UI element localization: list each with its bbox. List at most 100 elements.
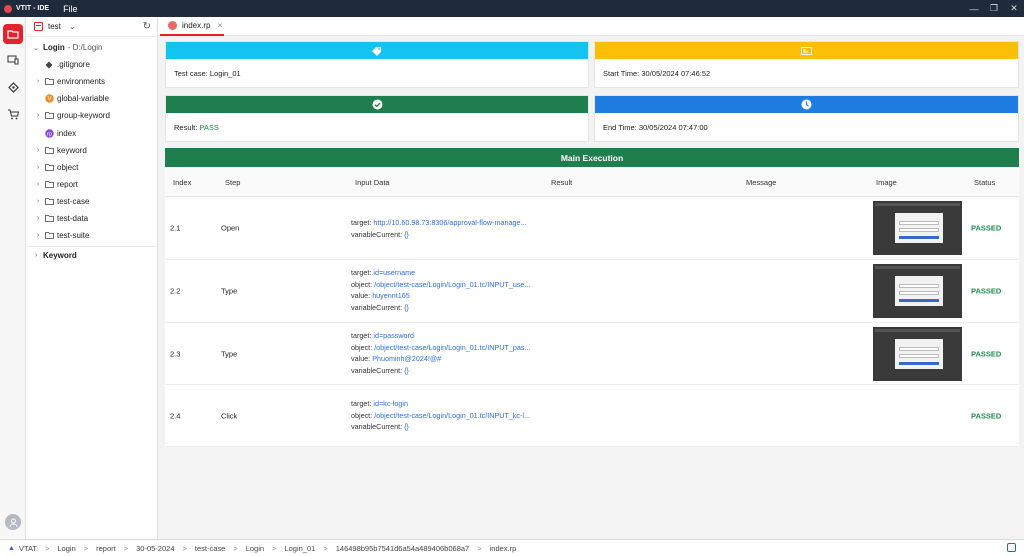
result-card-body: Result: PASS <box>174 122 219 132</box>
result-card-header <box>166 96 588 113</box>
col-input-data: Input Data <box>355 177 390 187</box>
screenshot-thumbnail[interactable] <box>873 326 962 381</box>
status-badge: PASSED <box>971 223 1002 233</box>
restore-icon[interactable]: ❐ <box>984 0 1004 17</box>
chevron-right-icon: › <box>36 163 40 171</box>
tree-item-environments[interactable]: › environments <box>26 73 157 90</box>
folder-icon <box>44 145 54 155</box>
screenshot-thumbnail[interactable] <box>873 264 962 318</box>
col-status: Status <box>974 177 996 187</box>
breadcrumb-item[interactable]: report <box>96 544 116 553</box>
tree-item-global-variable[interactable]: V global-variable <box>26 90 157 107</box>
screenshot-thumbnail[interactable] <box>873 201 962 255</box>
chevron-right-icon: › <box>36 214 40 222</box>
user-avatar[interactable] <box>5 514 21 530</box>
tree-item-test-data[interactable]: › test-data <box>26 210 157 227</box>
tree-item-index[interactable]: rp index <box>26 124 157 141</box>
breadcrumb-separator: > <box>83 543 89 553</box>
chevron-down-icon: ⌄ <box>68 22 76 31</box>
row-input-data: target: id=kc-login object: /object/test… <box>351 399 530 432</box>
breadcrumb-item[interactable]: 30-05-2024 <box>136 544 174 553</box>
keyword-section[interactable]: › Keyword <box>26 246 157 263</box>
table-row: 2.4 Click target: id=kc-login object: /o… <box>165 385 1019 447</box>
chevron-right-icon: › <box>36 197 40 205</box>
breadcrumb-item[interactable]: 146498b95b7541d6a54a489406b068a7 <box>336 544 469 553</box>
explorer-button[interactable] <box>3 24 23 44</box>
tag-icon <box>372 46 381 56</box>
row-index: 2.2 <box>170 286 181 296</box>
tab-index-rp[interactable]: index.rp × <box>160 17 224 36</box>
end-time-card-header <box>595 96 1018 113</box>
breadcrumb-item[interactable]: Login <box>57 544 75 553</box>
breadcrumb-item[interactable]: index.rp <box>490 544 517 553</box>
check-circle-icon <box>372 99 382 110</box>
folder-icon <box>44 179 54 189</box>
report-view: Test case: Login_01 Start Time: 30/05/20… <box>158 36 1024 539</box>
monitor-icon <box>7 55 19 65</box>
status-badge: PASSED <box>971 411 1002 420</box>
variable-icon: V <box>44 94 54 104</box>
activity-bar <box>0 17 26 539</box>
execution-table: Index Step Input Data Result Message Ima… <box>165 167 1019 447</box>
git-diamond-icon <box>7 81 19 93</box>
breadcrumb-item[interactable]: Login_01 <box>284 544 315 553</box>
folder-icon <box>44 111 54 121</box>
project-name: test <box>48 22 61 31</box>
end-time-value: 30/05/2024 07:47:00 <box>638 122 708 132</box>
row-step: Open <box>221 223 240 233</box>
test-case-card-body: Test case: Login_01 <box>174 68 241 78</box>
tree-item-test-suite[interactable]: › test-suite <box>26 227 157 244</box>
chevron-right-icon: › <box>36 180 40 188</box>
git-button[interactable] <box>3 77 23 97</box>
table-row: 2.3 Type target: id=password object: /ob… <box>165 323 1019 385</box>
panel-toggle-icon[interactable] <box>1007 543 1016 552</box>
id-card-icon <box>801 46 812 55</box>
result-value: PASS <box>199 122 219 132</box>
col-step: Step <box>225 177 241 187</box>
store-button[interactable] <box>3 104 23 124</box>
report-file-icon <box>168 21 177 30</box>
test-case-value: Login_01 <box>209 68 241 78</box>
tree-item-report[interactable]: › report <box>26 176 157 193</box>
user-icon <box>9 518 17 527</box>
tree-item-gitignore[interactable]: .gitignore <box>26 56 157 73</box>
refresh-icon[interactable]: ↻ <box>143 21 151 32</box>
start-time-card-header <box>595 42 1018 59</box>
tree-item-group-keyword[interactable]: › group-keyword <box>26 107 157 124</box>
folder-icon <box>7 30 19 39</box>
start-time-card: Start Time: 30/05/2024 07:46:52 <box>594 41 1019 88</box>
breadcrumb-item[interactable]: Login <box>246 544 264 553</box>
breadcrumb-separator: > <box>477 543 482 553</box>
table-row: 2.1 Open target: http://10.60.98.73:8306… <box>165 197 1019 260</box>
breadcrumb-separator: > <box>323 543 328 553</box>
status-badge: PASSED <box>971 286 1002 296</box>
breadcrumb-item[interactable]: test-case <box>195 544 225 553</box>
app-title: VTIT - IDE <box>16 5 50 12</box>
row-input-data: target: id=username object: /object/test… <box>351 268 531 312</box>
row-step: Type <box>221 349 238 358</box>
main-execution-header: Main Execution <box>165 148 1019 167</box>
folder-icon <box>44 196 54 206</box>
breadcrumb-item[interactable]: VTAT <box>19 544 37 553</box>
cart-icon <box>8 109 19 119</box>
row-index: 2.1 <box>170 223 181 233</box>
result-card: Result: PASS <box>165 95 589 142</box>
breadcrumb-separator: > <box>233 543 238 553</box>
tree-item-object[interactable]: › object <box>26 159 157 176</box>
project-selector[interactable]: test ⌄ ↻ <box>26 17 157 37</box>
row-input-data: target: http://10.60.98.73:8306/approval… <box>351 218 527 239</box>
project-icon <box>34 22 43 31</box>
tree-root-login[interactable]: ⌄ Login - D:/Login <box>26 39 157 56</box>
chevron-right-icon: › <box>34 251 38 259</box>
editor-tab-bar: index.rp × <box>158 17 1024 36</box>
devices-button[interactable] <box>3 50 23 70</box>
row-step: Click <box>221 411 238 420</box>
menu-file[interactable]: File <box>63 4 78 14</box>
file-tree: ⌄ Login - D:/Login .gitignore › environm… <box>26 37 157 263</box>
tree-item-keyword[interactable]: › keyword <box>26 142 157 159</box>
tree-item-test-case[interactable]: › test-case <box>26 193 157 210</box>
tab-close-icon[interactable]: × <box>217 21 222 30</box>
close-window-icon[interactable]: ✕ <box>1004 0 1024 17</box>
test-case-card-header <box>166 42 588 59</box>
minimize-icon[interactable]: — <box>964 0 984 17</box>
